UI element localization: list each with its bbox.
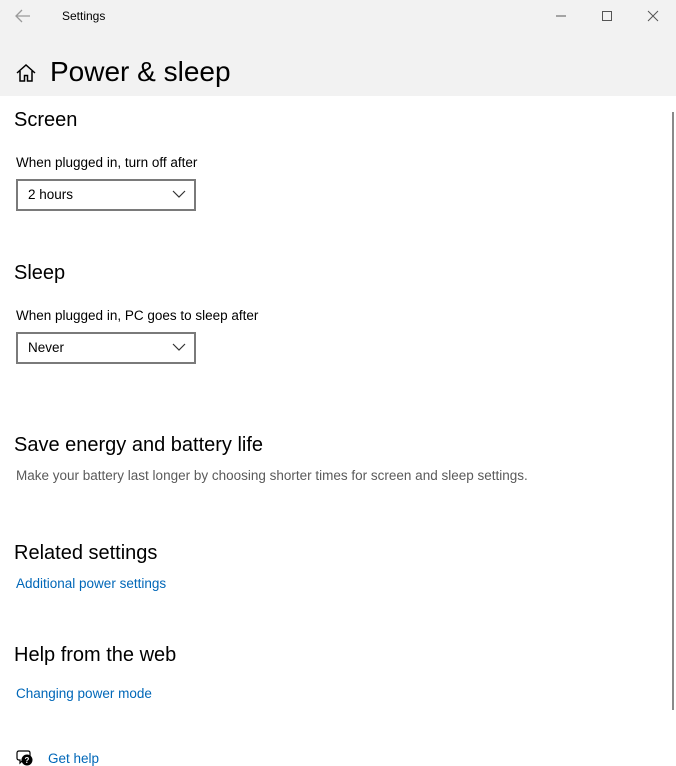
title-bar: Settings	[0, 0, 676, 32]
related-settings-title: Related settings	[14, 542, 158, 564]
help-chat-icon: ?	[16, 750, 33, 766]
back-button[interactable]	[10, 4, 36, 28]
sleep-timeout-label: When plugged in, PC goes to sleep after	[16, 308, 259, 323]
sleep-timeout-value: Never	[28, 340, 65, 355]
screen-timeout-label: When plugged in, turn off after	[16, 155, 198, 170]
changing-power-mode-link[interactable]: Changing power mode	[16, 686, 152, 701]
window-title: Settings	[62, 9, 106, 23]
sleep-timeout-dropdown[interactable]: Never	[16, 332, 196, 364]
page-title: Power & sleep	[50, 56, 231, 87]
chevron-down-icon	[172, 190, 186, 198]
additional-power-settings-link[interactable]: Additional power settings	[16, 576, 166, 591]
back-arrow-icon	[15, 9, 30, 23]
sleep-section-title: Sleep	[14, 262, 66, 284]
close-button[interactable]	[630, 0, 676, 32]
svg-text:?: ?	[25, 756, 30, 765]
get-help-link[interactable]: Get help	[48, 751, 99, 766]
home-button[interactable]	[15, 62, 37, 84]
screen-section-title: Screen	[14, 109, 78, 131]
page-header: Power & sleep	[0, 32, 676, 96]
screen-timeout-dropdown[interactable]: 2 hours	[16, 179, 196, 211]
chevron-down-icon	[172, 343, 186, 351]
minimize-button[interactable]	[538, 0, 584, 32]
maximize-button[interactable]	[584, 0, 630, 32]
save-energy-description: Make your battery last longer by choosin…	[16, 468, 528, 483]
help-from-web-title: Help from the web	[14, 644, 177, 666]
home-icon	[16, 63, 36, 82]
screen-timeout-value: 2 hours	[28, 187, 74, 202]
vertical-scrollbar[interactable]	[672, 112, 674, 710]
maximize-icon	[602, 11, 612, 21]
close-icon	[647, 10, 659, 22]
save-energy-title: Save energy and battery life	[14, 434, 264, 456]
minimize-icon	[556, 15, 566, 17]
